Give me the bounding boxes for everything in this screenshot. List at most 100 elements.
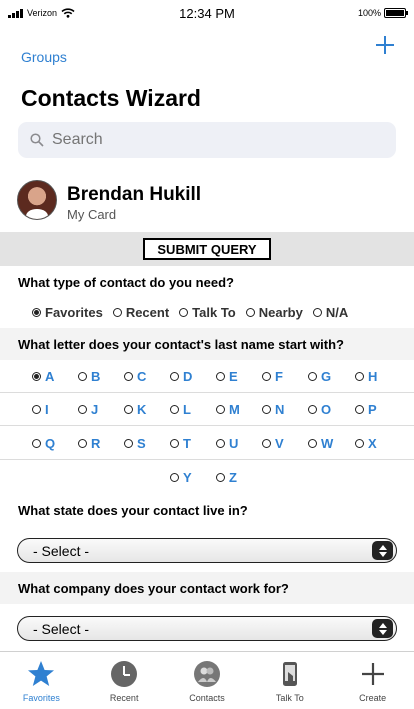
- letter-option[interactable]: N: [262, 402, 284, 417]
- letter-label: S: [137, 435, 146, 451]
- status-bar: Verizon 12:34 PM 100%: [0, 0, 414, 30]
- contact-type-option[interactable]: Favorites: [32, 305, 103, 320]
- letter-option[interactable]: F: [262, 369, 283, 384]
- letter-option[interactable]: P: [355, 402, 377, 417]
- letter-option[interactable]: E: [216, 369, 238, 384]
- add-contact-button[interactable]: [374, 34, 396, 56]
- radio-icon: [312, 307, 322, 317]
- tab-label: Recent: [109, 693, 139, 703]
- letter-option[interactable]: M: [216, 402, 240, 417]
- letter-option[interactable]: I: [32, 402, 49, 417]
- letter-option[interactable]: J: [78, 402, 98, 417]
- status-time: 12:34 PM: [179, 6, 235, 21]
- tab-label: Contacts: [189, 693, 225, 703]
- select-arrows-icon: [372, 541, 393, 560]
- letter-label: P: [368, 401, 377, 417]
- letter-option[interactable]: Z: [216, 470, 237, 485]
- radio-icon: [262, 371, 271, 381]
- radio-icon: [216, 472, 225, 482]
- tab-talk-to[interactable]: Talk To: [248, 652, 331, 709]
- radio-icon: [355, 404, 364, 414]
- letter-option[interactable]: Y: [170, 470, 192, 485]
- letter-label: D: [183, 368, 193, 384]
- radio-icon: [262, 404, 271, 414]
- option-label: N/A: [325, 304, 349, 320]
- radio-icon: [170, 371, 179, 381]
- letter-option[interactable]: S: [124, 436, 146, 451]
- letter-option[interactable]: U: [216, 436, 238, 451]
- letter-option[interactable]: V: [262, 436, 284, 451]
- contact-type-question: What type of contact do you need?: [18, 274, 234, 290]
- option-label: Favorites: [45, 304, 103, 320]
- letter-row: Q R S T U V W X: [0, 427, 414, 460]
- letter-option[interactable]: A: [32, 369, 54, 384]
- star-icon: [27, 660, 55, 693]
- status-right: 100%: [357, 8, 408, 18]
- letter-option[interactable]: H: [355, 369, 377, 384]
- letter-label: L: [183, 401, 191, 417]
- letter-label: N: [275, 401, 285, 417]
- tab-contacts[interactable]: Contacts: [166, 652, 249, 709]
- letter-option[interactable]: R: [78, 436, 100, 451]
- phone-icon: [276, 660, 304, 693]
- my-card[interactable]: Brendan Hukill My Card: [0, 170, 414, 232]
- letter-label: F: [275, 368, 283, 384]
- letter-label: I: [45, 401, 49, 417]
- letter-label: Y: [183, 469, 192, 485]
- last-name-letter-question: What letter does your contact's last nam…: [0, 328, 414, 360]
- letter-label: G: [321, 368, 332, 384]
- tab-label: Talk To: [275, 693, 304, 703]
- radio-icon: [170, 404, 179, 414]
- state-question: What state does your contact live in?: [18, 502, 248, 518]
- letter-option[interactable]: G: [308, 369, 331, 384]
- company-select[interactable]: - Select -: [17, 616, 397, 641]
- letter-label: H: [368, 368, 378, 384]
- radio-icon: [32, 307, 41, 317]
- radio-icon: [245, 307, 255, 317]
- radio-icon: [78, 371, 87, 381]
- battery-percent: 100%: [357, 8, 381, 18]
- letter-option[interactable]: X: [355, 436, 377, 451]
- letter-option[interactable]: O: [308, 402, 331, 417]
- contact-type-option[interactable]: N/A: [312, 304, 349, 320]
- contact-type-option[interactable]: Recent: [112, 305, 169, 320]
- avatar: [17, 180, 57, 220]
- page-title: Contacts Wizard: [21, 85, 201, 111]
- letter-row: A B C D E F G H: [0, 360, 414, 393]
- radio-icon: [308, 404, 317, 414]
- letter-option[interactable]: B: [78, 369, 100, 384]
- radio-icon: [262, 438, 271, 448]
- letter-label: Q: [45, 435, 56, 451]
- tab-label: Create: [359, 693, 387, 703]
- letter-label: Z: [229, 469, 237, 485]
- tab-favorites[interactable]: Favorites: [0, 652, 83, 709]
- search-input[interactable]: [52, 131, 352, 149]
- contact-type-option[interactable]: Nearby: [245, 305, 303, 320]
- tab-recent[interactable]: Recent: [83, 652, 166, 709]
- letter-option[interactable]: W: [308, 436, 333, 451]
- letter-option[interactable]: D: [170, 369, 192, 384]
- radio-icon: [32, 438, 41, 448]
- groups-link[interactable]: Groups: [21, 49, 67, 65]
- plus-icon: [359, 660, 387, 693]
- company-select-value: - Select -: [33, 620, 90, 637]
- tab-label: Favorites: [22, 693, 60, 703]
- search-bar[interactable]: [18, 122, 396, 158]
- search-icon: [30, 133, 44, 147]
- tab-create[interactable]: Create: [331, 652, 414, 709]
- tab-bar: Favorites Recent Contacts Talk To Create: [0, 651, 414, 709]
- letter-label: J: [91, 401, 99, 417]
- radio-icon: [124, 438, 133, 448]
- letter-row: YZ: [0, 461, 414, 493]
- letter-option[interactable]: T: [170, 436, 191, 451]
- letter-option[interactable]: Q: [32, 436, 55, 451]
- radio-icon: [78, 404, 87, 414]
- letter-option[interactable]: L: [170, 402, 191, 417]
- letter-option[interactable]: C: [124, 369, 146, 384]
- contact-type-option[interactable]: Talk To: [179, 305, 236, 320]
- state-select-value: - Select -: [33, 542, 90, 559]
- submit-query-button[interactable]: SUBMIT QUERY: [143, 238, 271, 260]
- radio-icon: [179, 307, 189, 317]
- letter-option[interactable]: K: [124, 402, 146, 417]
- state-select[interactable]: - Select -: [17, 538, 397, 563]
